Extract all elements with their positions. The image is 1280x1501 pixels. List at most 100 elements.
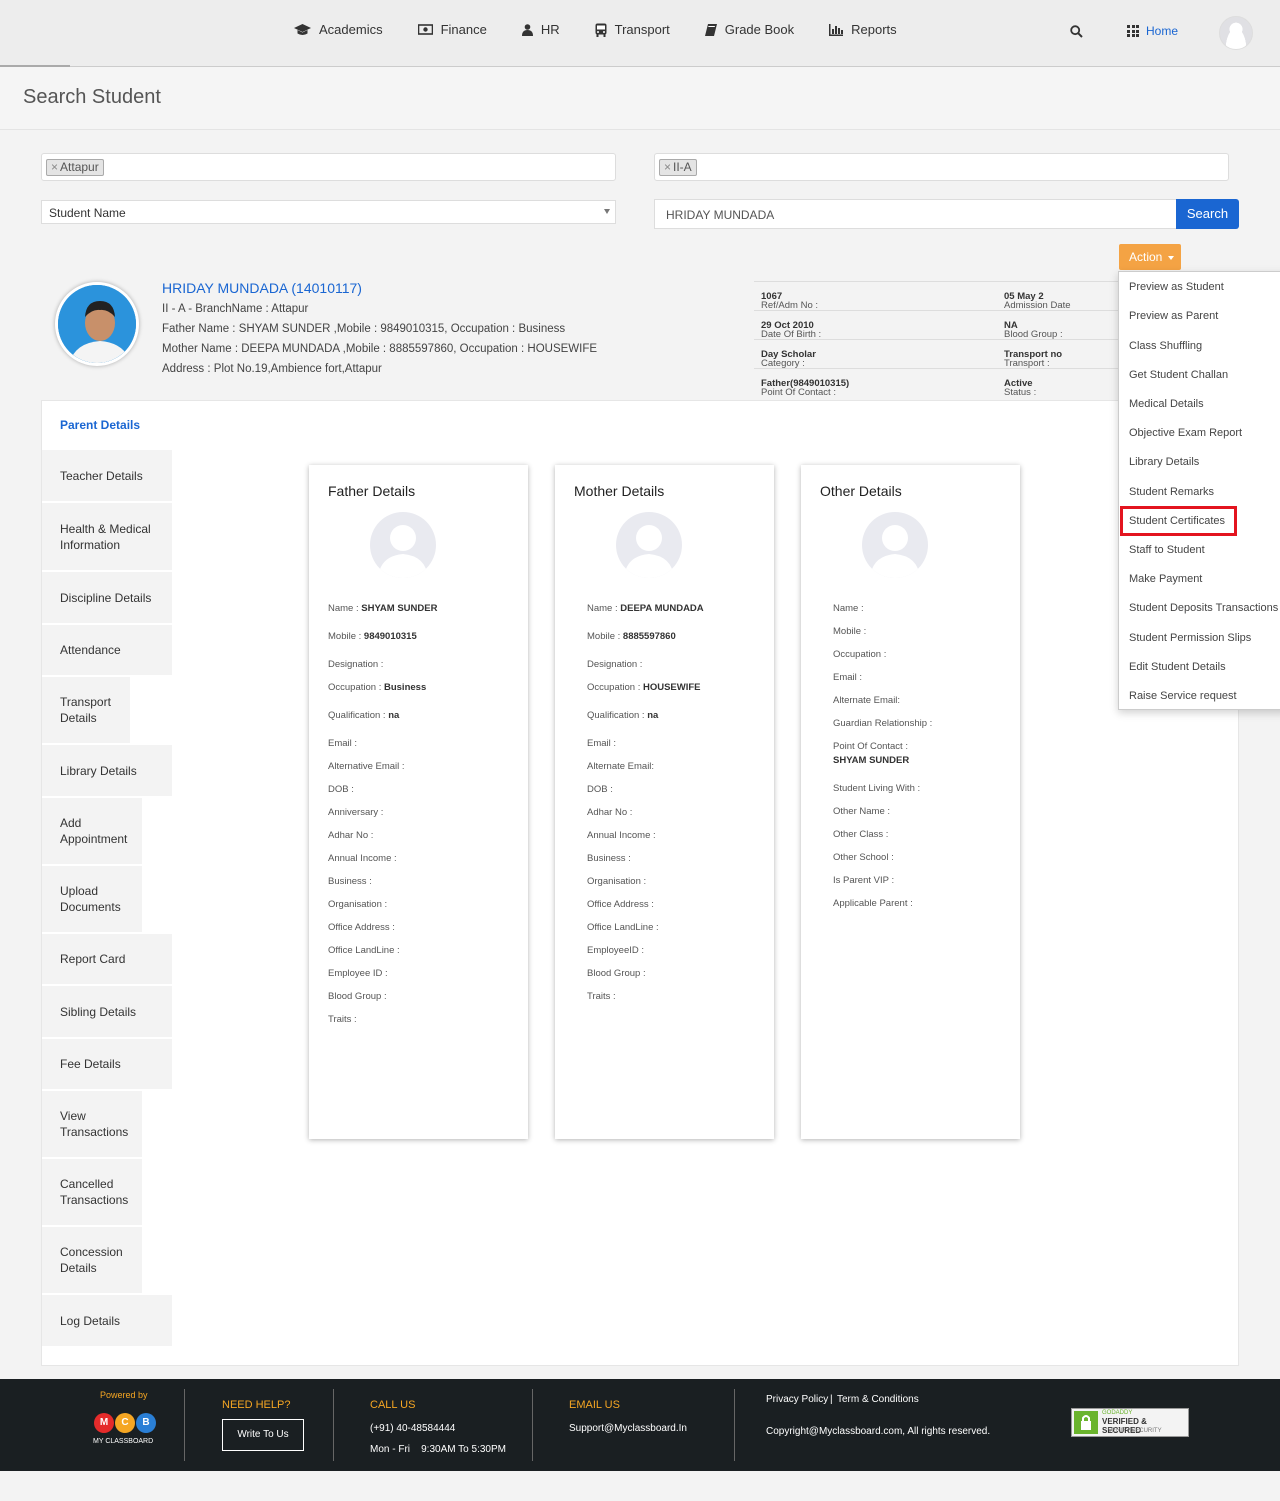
father-office-landline-field: Office LandLine : xyxy=(328,945,400,956)
branch-chip-label: Attapur xyxy=(60,160,99,174)
other-applicable-parent-field: Applicable Parent : xyxy=(833,898,913,909)
menu-student-permission-slips[interactable]: Student Permission Slips xyxy=(1129,632,1251,644)
search-by-select[interactable]: Student Name xyxy=(41,200,616,224)
mother-card-title: Mother Details xyxy=(574,483,665,499)
caret-down-icon xyxy=(604,209,610,214)
nav-hr[interactable]: HR xyxy=(521,22,560,37)
badge-top: GODADDY xyxy=(1102,1410,1133,1416)
call-us-heading: CALL US xyxy=(370,1399,416,1411)
godaddy-security-badge[interactable]: GODADDY VERIFIED & SECURED VERIFY SECURI… xyxy=(1071,1408,1189,1437)
tab-health-medical[interactable]: Health & Medical Information xyxy=(42,503,172,571)
action-button[interactable]: Action xyxy=(1119,244,1181,270)
branch-multiselect[interactable]: × Attapur xyxy=(41,153,616,181)
other-class-field: Other Class : xyxy=(833,829,889,840)
home-link[interactable]: Home xyxy=(1127,24,1178,38)
search-button[interactable]: Search xyxy=(1176,199,1239,229)
privacy-policy-link[interactable]: Privacy Policy xyxy=(766,1394,828,1405)
father-avatar-placeholder xyxy=(370,512,436,578)
student-search-value: HRIDAY MUNDADA xyxy=(666,208,775,222)
tab-view-transactions[interactable]: View Transactions xyxy=(42,1091,142,1158)
write-to-us-button[interactable]: Write To Us xyxy=(222,1419,304,1451)
terms-link[interactable]: Term & Conditions xyxy=(837,1394,919,1405)
tab-upload-documents[interactable]: Upload Documents xyxy=(42,866,142,933)
father-occupation-field: Occupation : Business xyxy=(328,682,427,693)
class-multiselect[interactable]: × II-A xyxy=(654,153,1229,181)
nav-hr-label: HR xyxy=(540,22,560,37)
menu-objective-exam-report[interactable]: Objective Exam Report xyxy=(1129,427,1242,439)
menu-raise-service-request[interactable]: Raise Service request xyxy=(1129,690,1237,702)
nav-transport[interactable]: Transport xyxy=(595,22,670,37)
father-email-field: Email : xyxy=(328,738,358,749)
page-header: Search Student xyxy=(0,67,1280,130)
mother-dob-field: DOB : xyxy=(587,784,613,795)
menu-staff-to-student[interactable]: Staff to Student xyxy=(1129,544,1205,556)
remove-chip-icon[interactable]: × xyxy=(51,160,58,174)
other-point-of-contact-field: Point Of Contact : xyxy=(833,741,908,752)
tab-log-details[interactable]: Log Details xyxy=(42,1295,172,1347)
tab-transport-details[interactable]: Transport Details xyxy=(42,677,130,744)
menu-get-student-challan[interactable]: Get Student Challan xyxy=(1129,369,1228,381)
money-icon xyxy=(417,24,433,35)
logo-letter: M xyxy=(94,1413,114,1433)
other-vip-field: Is Parent VIP : xyxy=(833,875,895,886)
tab-library-details[interactable]: Library Details xyxy=(42,745,172,797)
father-income-field: Annual Income : xyxy=(328,853,397,864)
father-details-card: Father Details Name : SHYAM SUNDER Mobil… xyxy=(309,465,528,1139)
user-avatar[interactable] xyxy=(1219,16,1253,50)
footer-email[interactable]: Support@Myclassboard.In xyxy=(569,1423,687,1434)
mother-income-field: Annual Income : xyxy=(587,830,656,841)
menu-preview-as-student[interactable]: Preview as Student xyxy=(1129,281,1224,293)
student-search-input[interactable]: HRIDAY MUNDADA xyxy=(654,199,1176,229)
nav-reports-label: Reports xyxy=(851,22,897,37)
other-guardian-field: Guardian Relationship : xyxy=(833,718,933,729)
father-traits-field: Traits : xyxy=(328,1014,357,1025)
footer-phone: (+91) 40-48584444 xyxy=(370,1423,456,1434)
mother-office-address-field: Office Address : xyxy=(587,899,654,910)
nav-grade-book[interactable]: Grade Book xyxy=(704,22,794,37)
user-icon xyxy=(521,23,533,36)
menu-student-remarks[interactable]: Student Remarks xyxy=(1129,486,1214,498)
myclassboard-logo: M C B xyxy=(94,1413,156,1433)
menu-make-payment[interactable]: Make Payment xyxy=(1129,573,1202,585)
father-qualification-field: Qualification : na xyxy=(328,710,400,721)
menu-class-shuffling[interactable]: Class Shuffling xyxy=(1129,340,1202,352)
nav-finance[interactable]: Finance xyxy=(417,22,487,37)
father-mobile-field: Mobile : 9849010315 xyxy=(328,631,417,642)
mother-alt-email-field: Alternate Email: xyxy=(587,761,655,772)
tab-report-card[interactable]: Report Card xyxy=(42,934,172,985)
tab-fee-details[interactable]: Fee Details xyxy=(42,1039,172,1090)
menu-preview-as-parent[interactable]: Preview as Parent xyxy=(1129,310,1218,322)
father-office-address-field: Office Address : xyxy=(328,922,395,933)
action-menu: Preview as Student Preview as Parent Cla… xyxy=(1118,271,1280,710)
nav-academics[interactable]: Academics xyxy=(294,22,383,37)
nav-academics-label: Academics xyxy=(319,22,383,37)
tab-concession-details[interactable]: Concession Details xyxy=(42,1227,142,1294)
tab-attendance[interactable]: Attendance xyxy=(42,625,172,676)
menu-library-details[interactable]: Library Details xyxy=(1129,456,1199,468)
father-alt-email-field: Alternative Email : xyxy=(328,761,405,772)
menu-edit-student-details[interactable]: Edit Student Details xyxy=(1129,661,1226,673)
menu-medical-details[interactable]: Medical Details xyxy=(1129,398,1204,410)
class-chip-label: II-A xyxy=(673,160,692,174)
nav-finance-label: Finance xyxy=(440,22,487,37)
bus-icon xyxy=(595,23,607,37)
remove-chip-icon[interactable]: × xyxy=(664,160,671,174)
tab-parent-details[interactable]: Parent Details xyxy=(42,401,172,449)
logo-letter: B xyxy=(136,1413,156,1433)
tab-add-appointment[interactable]: Add Appointment xyxy=(42,798,142,865)
student-name[interactable]: HRIDAY MUNDADA (14010117) xyxy=(162,280,362,296)
student-address: Address : Plot No.19,Ambience fort,Attap… xyxy=(162,363,382,375)
search-icon[interactable] xyxy=(1070,25,1083,43)
tab-discipline-details[interactable]: Discipline Details xyxy=(42,572,172,624)
mother-qualification-field: Qualification : na xyxy=(587,710,659,721)
menu-student-deposits-transactions[interactable]: Student Deposits Transactions xyxy=(1129,602,1278,614)
tab-teacher-details[interactable]: Teacher Details xyxy=(42,450,172,502)
info-label: Status : xyxy=(1004,387,1037,398)
class-chip: × II-A xyxy=(659,159,697,176)
tab-sibling-details[interactable]: Sibling Details xyxy=(42,986,172,1038)
tab-cancelled-transactions[interactable]: Cancelled Transactions xyxy=(42,1159,142,1226)
father-dob-field: DOB : xyxy=(328,784,354,795)
nav-reports[interactable]: Reports xyxy=(829,22,897,37)
other-email-field: Email : xyxy=(833,672,863,683)
footer-divider xyxy=(532,1389,533,1461)
